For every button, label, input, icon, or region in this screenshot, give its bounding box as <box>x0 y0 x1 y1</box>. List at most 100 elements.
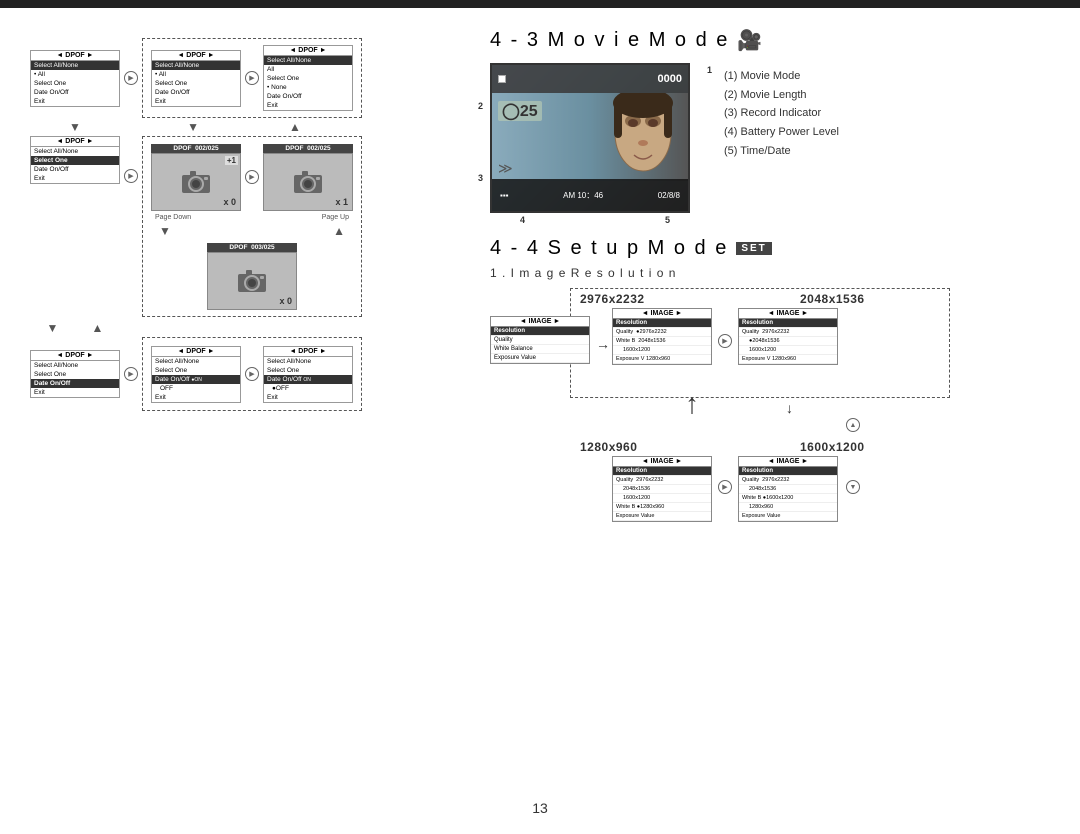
resolution-title: 1 . I m a g e R e s o l u t i o n <box>490 266 1050 280</box>
plus1: +1 <box>225 156 238 165</box>
image-menu-tr-quality: Quality 2976x2232 <box>739 328 837 337</box>
vert-arrows-1: ▼ ▼ ▲ <box>30 120 460 134</box>
res-label-topright: 2048x1536 <box>800 292 865 306</box>
vf-date: 02/8/8 <box>658 191 680 200</box>
image-menu-bl-ev: Exposure Value <box>613 512 711 521</box>
label-num-4: 4 <box>520 215 525 225</box>
dpof-title-4: ◄ DPOF ► <box>31 137 119 147</box>
preview-2-title: DPOF 002/025 <box>263 144 353 153</box>
nav-col-2: ▶ <box>245 71 259 85</box>
vf-label-4: (4) Battery Power Level <box>724 123 839 142</box>
preview-3-img: x 0 <box>207 252 297 310</box>
image-menu-br-2048: 2048x1536 <box>739 485 837 494</box>
dpof-item-3-exit: Exit <box>264 101 352 110</box>
image-menu-tr-title: ◄ IMAGE ► <box>739 309 837 319</box>
nav-circle-1[interactable]: ▶ <box>124 71 138 85</box>
res-label-bottomleft: 1280x960 <box>580 440 637 454</box>
vf-counter: 0000 <box>658 73 682 85</box>
dpof-item-4-exit: Exit <box>31 174 119 183</box>
vf-label-3: (3) Record Indicator <box>724 104 839 123</box>
image-menu-bl-res: Resolution <box>613 467 711 476</box>
image-menu-tl-wb: White B 2048x1536 <box>613 337 711 346</box>
preview-1-title: DPOF 002/025 <box>151 144 241 153</box>
image-menu-center-res: Resolution <box>491 327 589 336</box>
left-section: ◄ DPOF ► Select All/None • All Select On… <box>30 28 460 411</box>
dpof-item-9-selectall: Select All/None <box>264 357 352 366</box>
arrow-down-2: ▼ ▲ <box>142 120 346 134</box>
image-menu-tl-ev: Exposure V 1280x960 <box>613 355 711 364</box>
nav-res-1: ▶ <box>718 334 732 348</box>
dpof-title-7: ◄ DPOF ► <box>31 351 119 361</box>
nav-res-2: ▲ <box>846 418 860 432</box>
preview-3-container: DPOF 003/025 x 0 <box>207 243 297 310</box>
camera-svg-1 <box>180 169 212 195</box>
label-num-5: 5 <box>665 215 670 225</box>
dpof-item-2-exit: Exit <box>152 97 240 106</box>
page-number: 13 <box>532 800 548 816</box>
nav-circle-res-2[interactable]: ▲ <box>846 418 860 432</box>
setup-mode-title: 4 - 4 S e t u p M o d e SET <box>490 237 1050 260</box>
nav-circle-res-3[interactable]: ▶ <box>718 480 732 494</box>
dashed-row3: ◄ DPOF ► Select All/None Select One Date… <box>142 337 362 411</box>
dpof-box-7: ◄ DPOF ► Select All/None Select One Date… <box>30 350 120 398</box>
dashed-row1: ◄ DPOF ► Select All/None • All Select On… <box>142 38 362 118</box>
movie-content: 1 2 3 4 5 0000 <box>490 63 1050 221</box>
spacer-1 <box>124 120 138 134</box>
right-section: 4 - 3 M o v i e M o d e 🎥 1 2 3 4 5 <box>490 28 1050 538</box>
page-down-label: Page Down <box>155 214 191 221</box>
image-menu-bl-quality: Quality 2976x2232 <box>613 476 711 485</box>
nav-res-4: ▼ <box>846 480 860 494</box>
big-arrow-up: ↑ <box>685 388 699 420</box>
preview-3-title: DPOF 003/025 <box>207 243 297 252</box>
vf-time: AM 10：46 <box>563 190 603 201</box>
dpof-item-3-date: Date On/Off <box>264 92 352 101</box>
preview-2-img: x 1 <box>263 153 353 211</box>
nav-circle-4[interactable]: ▶ <box>245 170 259 184</box>
dpof-item-4-selectall: Select All/None <box>31 147 119 156</box>
dpof-item-9-exit: Exit <box>264 393 352 402</box>
nav-circle-3[interactable]: ▶ <box>124 169 138 183</box>
viewfinder-container: 1 2 3 4 5 0000 <box>490 63 700 221</box>
nav-circle-6[interactable]: ▶ <box>245 367 259 381</box>
arrows-left-col: ▼ ▲ <box>30 321 120 335</box>
dpof-item-date: Date On/Off <box>31 88 119 97</box>
image-menu-br-title: ◄ IMAGE ► <box>739 457 837 467</box>
dpof-item-all: • All <box>31 70 119 79</box>
viewfinder: 0000 <box>490 63 690 213</box>
dpof-box-1: ◄ DPOF ► Select All/None • All Select On… <box>30 50 120 107</box>
arrow-down-res-1: ↓ <box>786 400 793 416</box>
label-num-2: 2 <box>478 101 483 111</box>
label-num-3: 3 <box>478 173 483 183</box>
label-num-1: 1 <box>707 65 712 75</box>
dpof-item-9-off: ●OFF <box>264 384 352 393</box>
movie-title-text: 4 - 3 M o v i e M o d e <box>490 29 729 52</box>
nav-circle-res-1[interactable]: ▶ <box>718 334 732 348</box>
nav-col-5: ▶ <box>124 344 138 404</box>
nav-circle-res-4[interactable]: ▼ <box>846 480 860 494</box>
dpof-title-3: ◄ DPOF ► <box>264 46 352 56</box>
vert-arrows-2: ▼ ▲ <box>30 321 460 335</box>
dpof-item-3-none: • None <box>264 83 352 92</box>
nav-col-1: ▶ <box>124 71 138 85</box>
vf-label-2: (2) Movie Length <box>724 86 839 105</box>
face-svg <box>588 93 678 181</box>
dpof-title-9: ◄ DPOF ► <box>264 347 352 357</box>
arrow-down-3: ▼ <box>47 321 59 335</box>
dpof-item-8-selectone: Select One <box>152 366 240 375</box>
image-menu-topleft: ◄ IMAGE ► Resolution Quality ●2976x2232 … <box>612 308 712 365</box>
camera-svg-3 <box>236 268 268 294</box>
arrow-page-down: ▼ <box>159 224 171 238</box>
image-menu-center-wb: White Balance <box>491 345 589 354</box>
vf-bg: ◯25 ≫ <box>492 93 688 181</box>
top-bar <box>0 0 1080 8</box>
count-2: x 1 <box>335 197 348 207</box>
arrow-up-3: ▲ <box>92 321 104 335</box>
row3-date: ◄ DPOF ► Select All/None Select One Date… <box>30 337 460 411</box>
dpof-item-3-selectone: Select One <box>264 74 352 83</box>
nav-circle-5[interactable]: ▶ <box>124 367 138 381</box>
dpof-item-2-selectall: Select All/None <box>152 61 240 70</box>
dpof-title-8: ◄ DPOF ► <box>152 347 240 357</box>
image-menu-tr-ev: Exposure V 1280x960 <box>739 355 837 364</box>
preview-1-container: DPOF 002/025 x 0 +1 <box>151 144 241 211</box>
nav-circle-2[interactable]: ▶ <box>245 71 259 85</box>
